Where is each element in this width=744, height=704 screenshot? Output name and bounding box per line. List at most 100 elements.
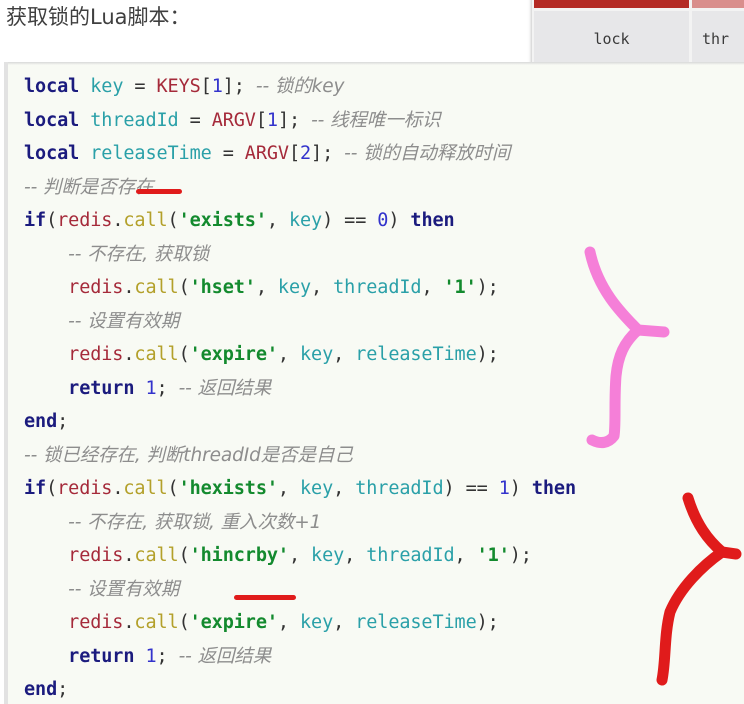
table-header-cell-1 [534,0,689,8]
code-token-num: 1 [211,76,223,97]
code-token-pun: ( [178,545,190,566]
code-token-str: 'hexists' [178,478,278,499]
code-line: if(redis.call('exists', key) == 0) then [24,210,455,231]
code-token-num: 1 [266,109,278,131]
code-token-fn: call [123,210,168,231]
code-line: return 1; -- 返回结果 [24,378,271,399]
code-token-pun: ); [476,612,499,633]
code-line: -- 设置有效期 [24,579,179,600]
code-token-pun: ( [167,478,179,499]
code-token-str: 'hincrby' [189,545,289,566]
code-token-pun: ); [476,277,499,298]
table-header-cell-2 [692,0,744,8]
code-token-pun: . [123,277,135,298]
code-token-pun: [ [200,76,212,97]
code-token-pun: , [277,478,300,499]
code-token-num: 1 [145,645,157,667]
table-cell-threadid[interactable]: thr [692,11,744,67]
code-token-pun [24,277,68,298]
code-token-pun: , [333,612,356,633]
code-token-cmt: -- 设置有效期 [68,310,180,332]
code-token-kw: return [68,377,135,399]
code-token-var: threadId [90,109,179,131]
code-token-pun: ; [156,645,179,667]
code-block[interactable]: local key = KEYS[1]; -- 锁的key local thre… [4,62,744,704]
code-token-pun: , [255,277,278,298]
code-token-pun: , [454,545,477,566]
code-token-var: key [300,612,334,633]
code-token-pun: ( [46,478,58,499]
code-token-cmt: -- 不存在, 获取锁 [68,243,210,265]
code-token-var: threadId [366,545,455,566]
code-token-pun [79,143,90,164]
code-token-num: 1 [145,377,157,399]
code-line: return 1; -- 返回结果 [24,646,271,667]
code-line: redis.call('expire', key, releaseTime); [24,612,499,633]
code-line: -- 锁已经存在, 判断threadId是否是自己 [24,445,353,466]
code-token-pun: ); [476,344,499,365]
code-token-cmt: -- 锁的自动释放时间 [344,143,511,164]
code-token-var: key [90,76,124,97]
code-token-str: 'expire' [189,612,278,633]
code-token-pun: ); [509,545,532,566]
code-token-pun: , [277,344,300,365]
code-token-var: releaseTime [90,143,212,164]
code-token-kw: if [24,478,47,499]
code-token-pun [24,646,68,667]
code-token-pun: ; [57,411,69,432]
code-token-pun: ) [388,210,411,231]
code-token-pun [24,579,68,600]
code-token-kw: return [68,645,135,667]
code-token-pun: , [311,277,334,298]
code-token-cmt: -- 锁已经存在, 判断threadId是否是自己 [24,444,353,466]
code-token-cmt: -- 设置有效期 [68,578,180,600]
code-token-var: releaseTime [355,344,477,365]
table-cell-lock[interactable]: lock [534,11,689,67]
code-token-num: 0 [377,210,389,231]
code-line: redis.call('hset', key, threadId, '1'); [24,277,499,298]
code-token-kw: then [410,210,455,231]
code-token-var: key [300,344,334,365]
code-token-str: 'hset' [189,277,256,298]
code-token-cmt: -- 不存在, 获取锁, 重入次数+1 [68,511,322,533]
code-token-var: threadId [333,277,422,298]
code-token-glob: redis [68,545,124,566]
code-token-num: 1 [498,478,510,499]
code-line: local key = KEYS[1]; -- 锁的key [24,76,344,97]
code-token-num: 2 [300,143,312,164]
code-token-pun: , [288,545,312,566]
code-token-glob: KEYS [156,76,201,97]
code-token-pun: ( [178,612,190,633]
underline-threadid-annotation [136,189,182,194]
code-token-glob: redis [68,277,124,298]
code-line: if(redis.call('hexists', key, threadId) … [24,478,576,499]
code-token-pun: , [277,612,300,633]
code-token-kw: local [24,76,80,97]
code-line: redis.call('expire', key, releaseTime); [24,344,499,365]
lua-source-code: local key = KEYS[1]; -- 锁的key local thre… [8,62,744,704]
code-token-fn: call [134,612,179,633]
code-token-glob: redis [57,210,113,231]
code-token-pun: , [344,545,367,566]
code-token-str: 'exists' [178,210,267,231]
code-token-kw: end [24,679,58,700]
code-token-pun [24,311,68,332]
code-token-var: key [311,545,345,566]
code-token-kw: local [24,143,80,164]
code-token-pun: . [123,344,135,365]
code-token-glob: ARGV [244,143,289,164]
code-token-pun [79,110,90,131]
code-token-pun [24,378,68,399]
code-token-fn: call [134,344,179,365]
code-token-var: key [300,478,334,499]
code-token-pun: = [211,143,245,164]
code-token-str: '1' [476,545,510,566]
code-token-pun [24,244,68,265]
code-token-pun: ( [178,277,190,298]
code-token-glob: redis [68,344,124,365]
code-token-pun [134,378,145,399]
code-token-cmt: -- 返回结果 [178,645,272,667]
code-token-fn: call [134,545,179,566]
code-token-pun: ( [167,210,179,231]
underline-hincrby-annotation [234,595,296,600]
